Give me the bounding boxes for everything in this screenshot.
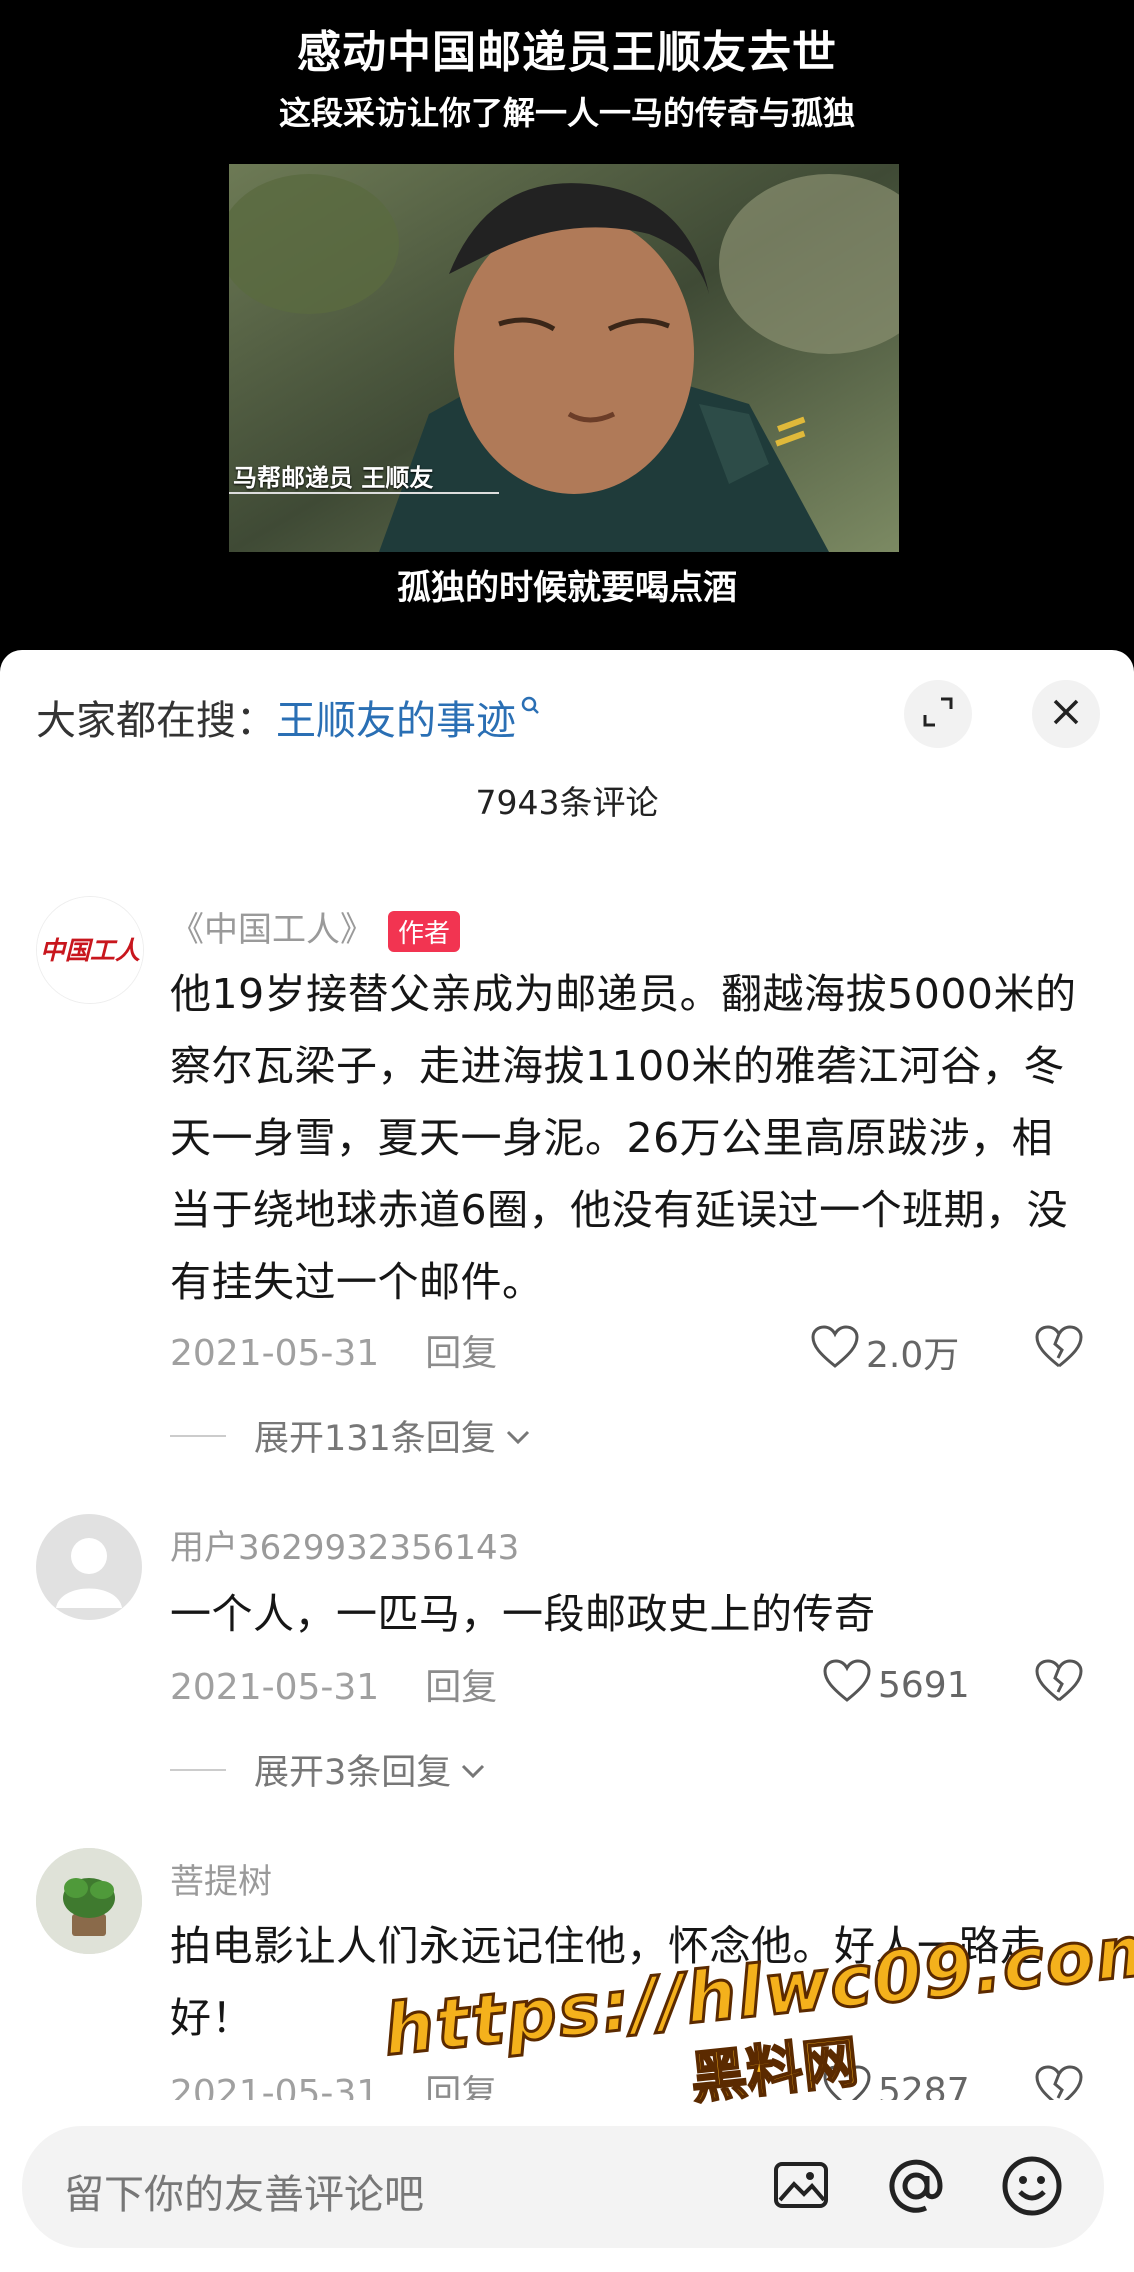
expand-replies[interactable]: 展开131条回复 — [170, 1410, 532, 1461]
author-badge: 作者 — [388, 911, 461, 952]
comment-username[interactable]: 《中国工人》 作者 — [170, 902, 461, 952]
divider — [170, 1768, 226, 1771]
expand-replies-label: 展开131条回复 — [254, 1419, 496, 1459]
heart-icon — [810, 1324, 866, 1379]
comment-date: 2021-05-31 — [170, 1333, 380, 1374]
dislike-button[interactable] — [1034, 1658, 1084, 1708]
comment-username[interactable]: 菩提树 — [170, 1854, 272, 1903]
close-button[interactable] — [1032, 680, 1100, 748]
comment-text: 一个人，一匹马，一段邮政史上的传奇 — [170, 1590, 876, 1638]
video-subtitle-line: 孤独的时候就要喝点酒 — [397, 568, 737, 608]
frame-caption: 马帮邮递员 王顺友 — [233, 464, 434, 492]
comment-date: 2021-05-31 — [170, 1667, 380, 1708]
comment-count: 7943条评论 — [475, 783, 659, 822]
expand-button[interactable] — [904, 680, 972, 748]
comment-meta: 2021-05-31 回复 — [170, 1324, 497, 1376]
caption-underline — [229, 492, 499, 494]
trending-search: 大家都在搜：王顺友的事迹 — [36, 688, 540, 746]
dislike-button[interactable] — [1034, 1324, 1084, 1374]
chevron-down-icon — [504, 1416, 532, 1456]
comment-input[interactable]: 留下你的友善评论吧 — [22, 2126, 1104, 2248]
trending-search-label: 大家都在搜： — [36, 698, 276, 744]
broken-heart-icon — [1034, 1659, 1084, 1708]
avatar[interactable] — [36, 1514, 142, 1620]
username-text: 《中国工人》 — [170, 910, 374, 950]
avatar[interactable]: 中国工人 — [36, 896, 144, 1004]
svg-text:中国工人: 中国工人 — [40, 936, 140, 965]
emoji-button[interactable] — [1000, 2154, 1064, 2222]
avatar[interactable] — [36, 1848, 142, 1954]
divider — [170, 1434, 226, 1437]
comment-meta: 2021-05-31 回复 — [170, 1658, 497, 1710]
reply-button[interactable]: 回复 — [425, 1667, 497, 1708]
like-button[interactable]: 5691 — [822, 1658, 970, 1713]
video-player[interactable]: 感动中国邮递员王顺友去世 这段采访让你了解一人一马的传奇与孤独 马帮邮递员 王顺… — [0, 0, 1134, 650]
trending-search-link[interactable]: 王顺友的事迹 — [276, 698, 516, 744]
comment-username[interactable]: 用户3629932356143 — [170, 1520, 519, 1569]
comment-text: 他19岁接替父亲成为邮递员。翻越海拔5000米的察尔瓦梁子，走进海拔1100米的… — [170, 970, 1077, 1306]
search-icon — [520, 688, 540, 718]
mention-button[interactable] — [884, 2154, 948, 2222]
emoji-icon — [1000, 2156, 1064, 2222]
image-button[interactable] — [770, 2154, 832, 2220]
video-frame: 马帮邮递员 王顺友 — [229, 164, 899, 552]
like-count: 2.0万 — [866, 1334, 960, 1376]
heart-icon — [822, 1658, 878, 1713]
close-icon — [1051, 697, 1081, 731]
like-count: 5691 — [878, 1665, 970, 1706]
video-title: 感动中国邮递员王顺友去世 — [297, 27, 837, 78]
image-icon — [770, 2162, 832, 2220]
at-icon — [884, 2159, 948, 2222]
like-button[interactable]: 2.0万 — [810, 1324, 959, 1379]
comment-input-placeholder: 留下你的友善评论吧 — [64, 2172, 424, 2218]
expand-replies[interactable]: 展开3条回复 — [170, 1744, 487, 1795]
expand-replies-label: 展开3条回复 — [254, 1753, 452, 1793]
video-subtitle: 这段采访让你了解一人一马的传奇与孤独 — [278, 94, 855, 132]
reply-button[interactable]: 回复 — [425, 1333, 497, 1374]
broken-heart-icon — [1034, 1325, 1084, 1374]
comment-text: 拍电影让人们永远记住他，怀念他。好人一路走好！ — [170, 1922, 1042, 2042]
chevron-down-icon — [459, 1750, 487, 1790]
expand-icon — [921, 695, 955, 733]
